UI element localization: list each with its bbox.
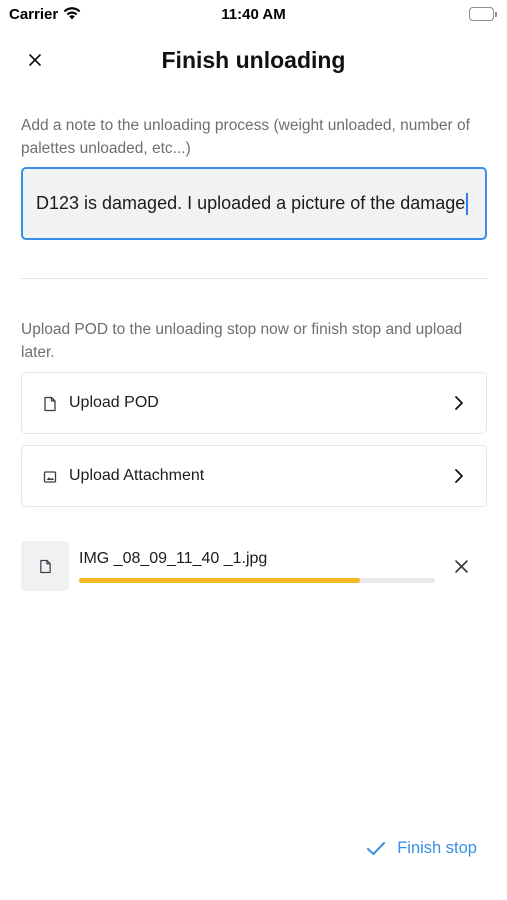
image-icon	[43, 471, 57, 483]
upload-progress-fill	[79, 578, 361, 583]
finish-stop-label: Finish stop	[397, 839, 477, 857]
status-bar: Carrier 11:40 AM	[0, 0, 507, 30]
clock: 11:40 AM	[221, 6, 286, 23]
page-title: Finish unloading	[161, 47, 346, 73]
remove-file-button[interactable]	[449, 554, 473, 578]
note-hint: Add a note to the unloading process (wei…	[21, 117, 470, 157]
upload-progress-bar	[79, 578, 435, 583]
close-icon	[454, 559, 468, 573]
upload-attachment-button[interactable]: Upload Attachment	[21, 445, 487, 507]
header: Finish unloading	[0, 38, 507, 84]
document-icon	[44, 396, 56, 412]
upload-attachment-label: Upload Attachment	[69, 467, 205, 484]
chevron-right-icon	[455, 396, 463, 410]
text-caret	[466, 192, 469, 215]
upload-pod-label: Upload POD	[69, 394, 159, 411]
divider	[21, 278, 487, 279]
file-thumbnail	[21, 541, 69, 591]
file-name: IMG _08_09_11_40 _1.jpg	[79, 550, 268, 567]
battery-icon	[469, 7, 497, 21]
pod-hint: Upload POD to the unloading stop now or …	[21, 321, 463, 361]
document-icon	[39, 559, 51, 573]
note-input-value: D123 is damaged. I uploaded a picture of…	[36, 193, 466, 213]
note-input[interactable]: D123 is damaged. I uploaded a picture of…	[21, 167, 487, 240]
chevron-right-icon	[455, 469, 463, 483]
upload-list-item: IMG _08_09_11_40 _1.jpg	[21, 541, 487, 591]
upload-pod-button[interactable]: Upload POD	[21, 372, 487, 434]
finish-stop-button[interactable]: Finish stop	[366, 839, 477, 858]
checkmark-icon	[367, 842, 386, 855]
